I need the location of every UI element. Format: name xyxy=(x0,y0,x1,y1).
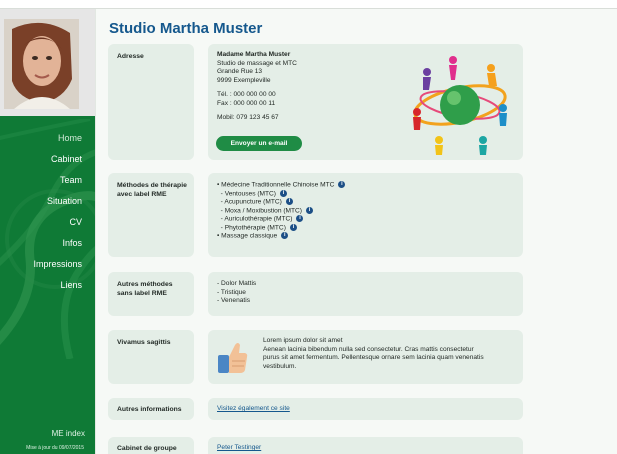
practitioner-link[interactable]: Peter Testinger xyxy=(217,444,261,453)
page: Home Cabinet Team Situation CV Infos Imp… xyxy=(0,0,617,454)
therapy-item: - Acupuncture (MTC) i xyxy=(217,198,345,207)
nav-impressions[interactable]: Impressions xyxy=(33,259,82,269)
vivamus-line-4: vestibulum. xyxy=(263,362,297,370)
other-method-item: - Venenatis xyxy=(217,297,250,304)
cabinet-content-box: Peter Testinger xyxy=(208,437,523,454)
methodes-label-box: Méthodes de thérapie avec label RME xyxy=(108,173,194,257)
therapy-item: - Phytothérapie (MTC) i xyxy=(217,223,345,233)
vivamus-line-3: purus sit amet fermentum. Pellentesque o… xyxy=(263,354,484,361)
nav-cv[interactable]: CV xyxy=(69,217,82,227)
therapy-item: - Auriculothérapie (MTC) i xyxy=(217,215,345,224)
therapy-item: - Moxa / Moxibustion (MTC) i xyxy=(217,206,345,216)
nav-liens[interactable]: Liens xyxy=(60,280,82,290)
therapy-item: - Ventouses (MTC) i xyxy=(217,189,345,199)
vivamus-label-box: Vivamus sagittis xyxy=(108,330,194,384)
nav-cabinet[interactable]: Cabinet xyxy=(51,154,82,164)
other-method-item: - Tristique xyxy=(217,288,246,296)
autres-methodes-content-box: - Dolor Mattis - Tristique - Venenatis xyxy=(208,272,523,316)
adresse-label: Adresse xyxy=(117,53,144,60)
contact-name: Madame Martha Muster xyxy=(217,51,291,58)
city: 9999 Exempleville xyxy=(217,76,271,84)
top-border xyxy=(0,0,617,9)
autres-infos-label: Autres informations xyxy=(117,406,182,413)
thumbs-up-icon xyxy=(218,343,248,373)
info-icon[interactable]: i xyxy=(289,223,297,231)
send-email-button[interactable]: Envoyer un e-mail xyxy=(216,136,302,151)
cabinet-label-box: Cabinet de groupe xyxy=(108,437,194,454)
methodes-content-box: • Médecine Traditionnelle Chinoise MTC i … xyxy=(208,173,523,257)
other-method-item: - Dolor Mattis xyxy=(217,280,257,287)
info-icon[interactable]: i xyxy=(306,206,314,214)
adresse-content-box: Madame Martha Muster Studio de massage e… xyxy=(208,44,523,160)
nav-infos[interactable]: Infos xyxy=(62,238,82,248)
info-icon[interactable]: i xyxy=(338,181,346,188)
info-icon[interactable]: i xyxy=(285,198,293,205)
page-title: Studio Martha Muster xyxy=(109,20,263,37)
autres-infos-label-box: Autres informations xyxy=(108,398,194,420)
therapy-item: • Médecine Traditionnelle Chinoise MTC i xyxy=(217,181,346,190)
info-icon[interactable]: i xyxy=(280,189,287,197)
update-date: Mise à jour du 09/07/2015 xyxy=(26,445,84,451)
me-index-logo[interactable]: ME index xyxy=(52,429,85,438)
adresse-label-box: Adresse xyxy=(108,44,194,160)
info-icon[interactable]: i xyxy=(296,215,304,222)
street: Grande Rue 13 xyxy=(217,68,263,75)
people-circle-icon xyxy=(413,56,507,155)
nav-situation[interactable]: Situation xyxy=(47,196,82,206)
main-content: Studio Martha Muster Adresse Madame Mart… xyxy=(95,9,617,454)
portrait-photo xyxy=(4,19,79,109)
mobile: Mobil: 079 123 45 67 xyxy=(217,114,279,121)
nav-home[interactable]: Home xyxy=(58,133,82,143)
sidebar: Home Cabinet Team Situation CV Infos Imp… xyxy=(0,9,95,454)
photo-frame xyxy=(0,9,95,116)
vivamus-line-1: Lorem ipsum dolor sit amet xyxy=(263,337,343,344)
telephone: Tél. : 000 000 00 00 xyxy=(217,91,276,98)
website-link[interactable]: Visitez également ce site xyxy=(217,405,290,414)
fax: Fax : 000 000 00 11 xyxy=(217,99,276,107)
autres-methodes-label-box: Autres méthodes sans label RME xyxy=(108,272,194,316)
autres-infos-content-box: Visitez également ce site xyxy=(208,398,523,420)
methodes-label: Méthodes de thérapie avec label RME xyxy=(117,182,187,198)
therapy-list: • Médecine Traditionnelle Chinoise MTC i … xyxy=(217,181,346,241)
vivamus-line-2: Aenean lacinia bibendum nulla sed consec… xyxy=(263,345,474,353)
business-name: Studio de massage et MTC xyxy=(217,59,297,67)
cabinet-label: Cabinet de groupe xyxy=(117,445,177,452)
vivamus-content-box: Lorem ipsum dolor sit amet Aenean lacini… xyxy=(208,330,523,384)
info-icon[interactable]: i xyxy=(281,232,289,239)
vivamus-label: Vivamus sagittis xyxy=(117,339,171,346)
autres-methodes-label: Autres méthodes sans label RME xyxy=(117,281,173,297)
therapy-item: • Massage classique i xyxy=(217,232,345,241)
nav-team[interactable]: Team xyxy=(60,175,82,185)
